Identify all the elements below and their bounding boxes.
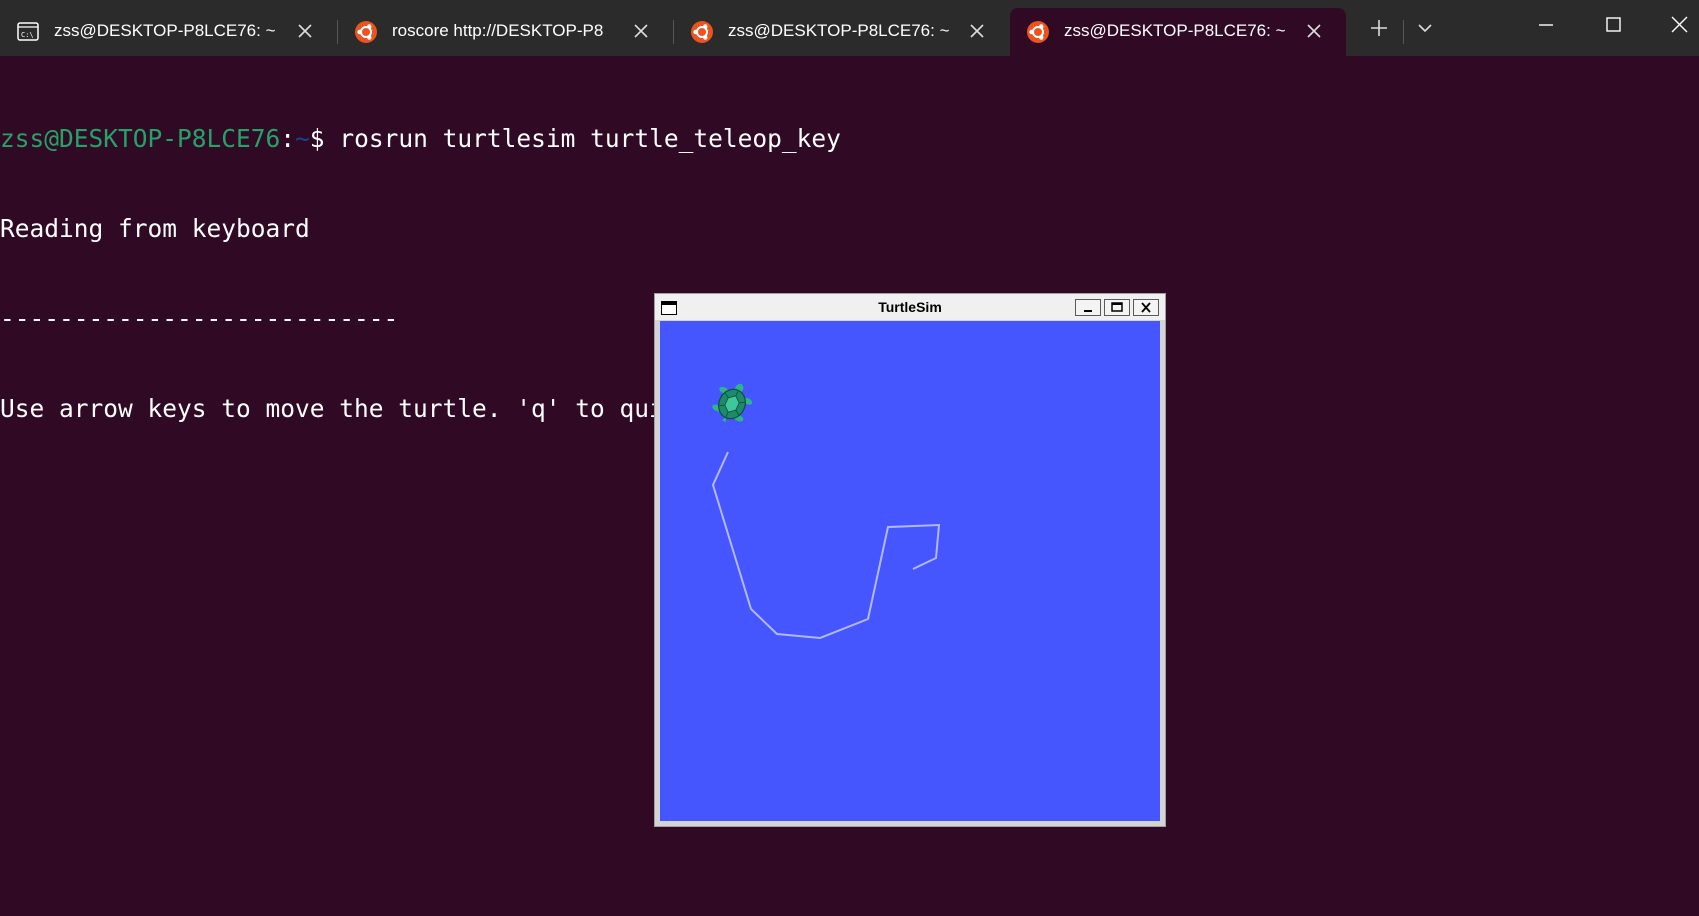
svg-text:C:\: C:\ bbox=[21, 31, 34, 39]
maximize-icon[interactable] bbox=[1594, 8, 1634, 42]
prompt-line: zss@DESKTOP-P8LCE76:~$ rosrun turtlesim … bbox=[0, 124, 841, 154]
tab-roscore[interactable]: roscore http://DESKTOP-P8 bbox=[338, 8, 672, 56]
tab-terminal-1[interactable]: C:\ zss@DESKTOP-P8LCE76: ~ bbox=[0, 8, 334, 56]
tab-terminal-3[interactable]: zss@DESKTOP-P8LCE76: ~ bbox=[674, 8, 1008, 56]
ubuntu-icon bbox=[354, 20, 378, 44]
close-icon[interactable] bbox=[631, 21, 651, 41]
close-icon[interactable] bbox=[967, 21, 987, 41]
tab-terminal-active[interactable]: zss@DESKTOP-P8LCE76: ~ bbox=[1010, 8, 1346, 56]
chevron-down-icon[interactable] bbox=[1411, 14, 1439, 42]
prompt-symbol: $ bbox=[309, 124, 340, 153]
tab-label: zss@DESKTOP-P8LCE76: ~ bbox=[54, 21, 276, 40]
tab-label: roscore http://DESKTOP-P8 bbox=[392, 21, 604, 40]
tab-label: zss@DESKTOP-P8LCE76: ~ bbox=[728, 21, 950, 40]
close-icon[interactable] bbox=[1133, 299, 1159, 316]
tab-bar: C:\ zss@DESKTOP-P8LCE76: ~ roscore http:… bbox=[0, 0, 1699, 56]
prompt-separator: : bbox=[280, 124, 296, 153]
turtlesim-titlebar[interactable]: TurtleSim bbox=[655, 294, 1165, 320]
ubuntu-icon bbox=[690, 20, 714, 44]
prompt-user: zss@DESKTOP-P8LCE76 bbox=[0, 124, 281, 153]
plus-icon[interactable] bbox=[1365, 14, 1393, 42]
close-icon[interactable] bbox=[295, 21, 315, 41]
output-line: Reading from keyboard bbox=[0, 214, 310, 243]
turtlesim-canvas bbox=[660, 321, 1160, 821]
cmd-icon: C:\ bbox=[16, 20, 40, 44]
close-icon[interactable] bbox=[1304, 21, 1324, 41]
command-text: rosrun turtlesim turtle_teleop_key bbox=[339, 124, 841, 153]
turtlesim-window[interactable]: TurtleSim bbox=[654, 293, 1166, 827]
tab-separator bbox=[1403, 20, 1404, 44]
maximize-icon[interactable] bbox=[1104, 299, 1130, 316]
close-icon[interactable] bbox=[1662, 8, 1698, 42]
ubuntu-icon bbox=[1026, 20, 1050, 44]
tab-label: zss@DESKTOP-P8LCE76: ~ bbox=[1064, 21, 1286, 40]
pen-trail bbox=[711, 451, 941, 640]
minimize-icon[interactable] bbox=[1526, 8, 1566, 42]
minimize-icon[interactable] bbox=[1075, 299, 1101, 316]
turtle-icon bbox=[712, 383, 753, 423]
prompt-path: ~ bbox=[295, 124, 310, 153]
